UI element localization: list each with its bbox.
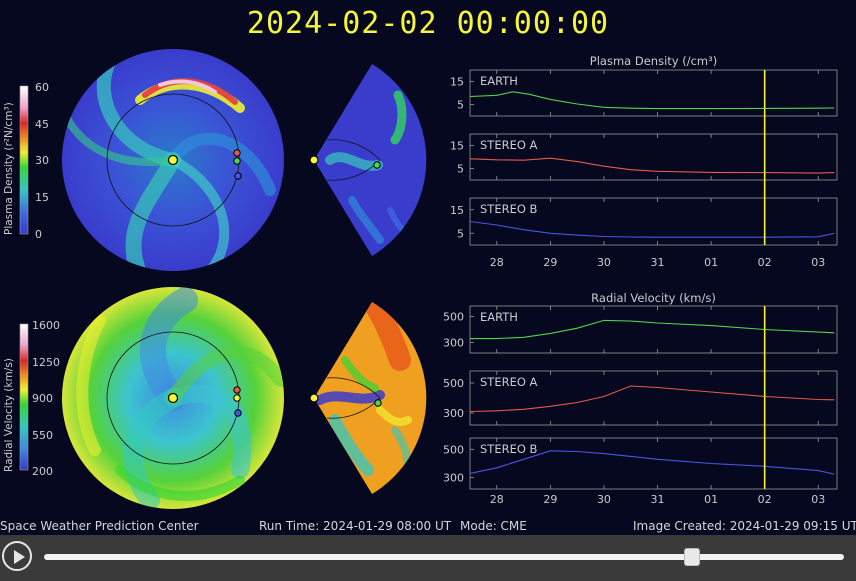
series-line [469,385,835,413]
series-label: STEREO A [480,375,538,389]
velocity-colorbar-tick: 900 [32,392,53,405]
y-tick-label: 15 [450,140,464,153]
footer-created: Image Created: 2024-01-29 09:15 UT [633,519,856,533]
velocity-colorbar-tick: 1600 [32,319,60,332]
time-series-charts: Plasma Density (/cm³) 15 5 EARTH 15 5 STEREO A… [443,54,838,506]
density-polar-plot [62,49,284,271]
x-tick-label: 29 [543,493,557,506]
footer-mode: Mode: CME [460,519,527,533]
sun-marker [167,392,179,404]
y-tick-label: 5 [457,99,464,112]
x-tick-label: 03 [811,256,825,269]
earth-marker [233,157,241,165]
y-tick-label: 500 [443,310,464,323]
stereo-b-marker [234,409,242,417]
series-line [470,319,835,340]
sun-marker [167,154,179,166]
density-colorbar-tick: 45 [35,118,49,131]
x-tick-label: 28 [490,493,504,506]
density-colorbar-tick: 60 [35,81,49,94]
x-tick-label: 28 [490,256,504,269]
velocity-meridional-wedge [309,302,427,494]
play-icon[interactable] [2,541,32,571]
y-tick-label: 300 [443,472,464,485]
chart-title: Plasma Density (/cm³) [590,54,717,68]
y-tick-label: 15 [450,76,464,89]
series-label: STEREO B [480,442,538,456]
main-figure: 60 45 30 15 0 Plasma Density (r²N/cm³) 1… [3,49,838,509]
series-line [469,157,835,174]
x-tick-label: 03 [811,493,825,506]
x-tick-label: 31 [651,493,665,506]
velocity-colorbar-label: Radial Velocity (km/s) [3,358,15,472]
sun-marker [309,393,319,403]
x-tick-label: 30 [597,493,611,506]
y-tick-label: 15 [450,204,464,217]
x-tick-label: 01 [704,493,718,506]
y-tick-label: 5 [457,163,464,176]
wsa-enlil-visualization: 2024-02-02 00:00:00 60 45 30 15 0 Plasma… [0,0,856,535]
panel-frame [469,69,838,117]
stereo-a-marker [233,386,241,394]
timeline-slider-thumb[interactable] [684,548,700,566]
y-tick-label: 500 [443,443,464,456]
y-tick-label: 5 [457,227,464,240]
animation-player [0,535,856,581]
timeline-slider[interactable] [44,548,844,566]
density-meridional-wedge [309,64,427,256]
velocity-colorbar: 1600 1250 900 550 200 Radial Velocity (k… [3,319,60,478]
series-label: EARTH [480,74,518,88]
footer-org: Space Weather Prediction Center [0,519,199,533]
x-tick-label: 29 [543,256,557,269]
earth-marker [374,399,382,407]
density-colorbar-tick: 30 [35,154,49,167]
stereo-b-marker [234,172,242,180]
y-tick-label: 300 [443,337,464,350]
x-tick-label: 02 [758,493,772,506]
x-tick-label: 31 [651,256,665,269]
series-label: STEREO A [480,138,538,152]
x-tick-label: 30 [597,256,611,269]
chart-title: Radial Velocity (km/s) [591,291,716,305]
earth-marker [373,161,381,169]
panel-frame [469,305,838,354]
footer-run-time: Run Time: 2024-01-29 08:00 UT [259,519,452,533]
stereo-a-marker [233,149,241,157]
series-line [469,220,835,238]
series-label: STEREO B [480,202,538,216]
x-tick-label: 01 [704,256,718,269]
velocity-colorbar-tick: 1250 [32,356,60,369]
sun-marker [309,155,319,165]
x-tick-label: 02 [758,256,772,269]
density-colorbar: 60 45 30 15 0 Plasma Density (r²N/cm³) [3,81,49,241]
y-tick-label: 500 [443,377,464,390]
velocity-polar-plot [62,287,284,509]
density-colorbar-label: Plasma Density (r²N/cm³) [3,102,15,235]
earth-marker [233,394,241,402]
density-colorbar-tick: 15 [35,191,49,204]
velocity-colorbar-tick: 200 [32,465,53,478]
density-colorbar-tick: 0 [35,228,42,241]
series-label: EARTH [480,310,518,324]
series-line [469,91,835,110]
velocity-colorbar-tick: 550 [32,429,53,442]
y-tick-label: 300 [443,407,464,420]
